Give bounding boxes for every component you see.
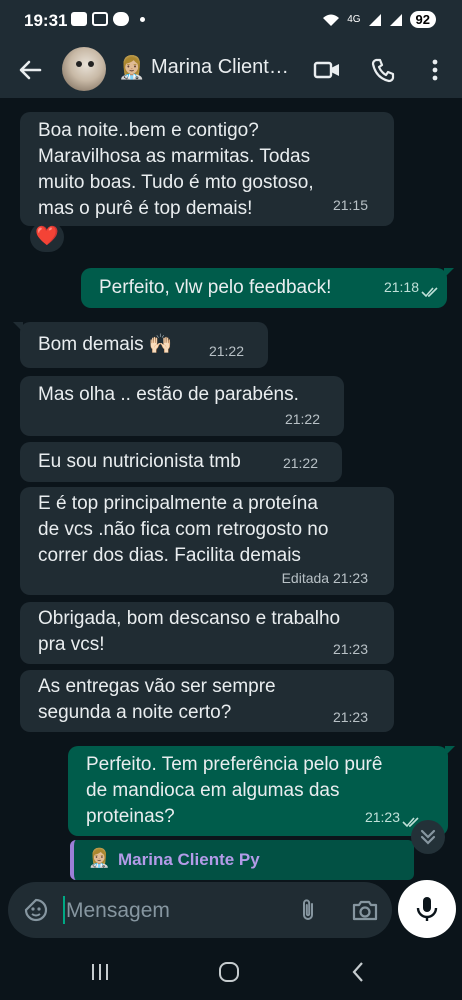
chevron-double-down-icon: [420, 829, 436, 845]
message-time: 21:22: [282, 455, 318, 471]
message-bubble-incoming[interactable]: Boa noite..bem e contigo? Maravilhosa as…: [20, 112, 394, 226]
message-bubble-incoming[interactable]: As entregas vão ser sempre segunda a noi…: [20, 670, 394, 732]
message-text: Obrigada, bom descanso e trabalho pra vc…: [38, 608, 341, 655]
cloud-notification-icon: [113, 12, 129, 26]
sticker-icon[interactable]: [22, 896, 50, 924]
message-time: 21:22: [284, 411, 320, 427]
message-text: Eu sou nutricionista tmb: [38, 451, 241, 472]
back-nav-icon[interactable]: [347, 960, 371, 984]
signal-icon: [368, 13, 381, 26]
message-time: 21:15: [332, 197, 368, 213]
status-time: 19:31: [24, 11, 68, 30]
message-bubble-outgoing[interactable]: Perfeito, vlw pelo feedback! 21:18: [81, 268, 454, 308]
message-reaction[interactable]: ❤️: [30, 222, 64, 252]
message-text: Perfeito. Tem preferência pelo purê de m…: [86, 754, 383, 827]
status-right: 4G 92: [322, 11, 436, 28]
reply-preview[interactable]: 👩🏼‍⚕️ Marina Cliente Py: [70, 840, 414, 880]
message-bubble-incoming[interactable]: Obrigada, bom descanso e trabalho pra vc…: [20, 602, 394, 664]
message-text: E é top principalmente a proteína de vcs…: [38, 493, 329, 566]
double-check-icon: [421, 287, 438, 298]
network-type: 4G: [347, 14, 361, 25]
message-bubble-incoming[interactable]: Mas olha .. estão de parabéns. 21:22: [20, 376, 344, 436]
message-input-pill: [8, 882, 392, 938]
notification-icons: [71, 12, 145, 26]
phone-icon[interactable]: [370, 56, 398, 84]
more-notifications-dot: [140, 16, 145, 22]
message-text: Perfeito, vlw pelo feedback!: [99, 277, 332, 298]
message-time: 21:23: [332, 641, 368, 657]
status-bar: 19:31 4G 92: [0, 0, 462, 42]
home-icon[interactable]: [217, 960, 241, 984]
camera-icon[interactable]: [351, 897, 379, 923]
chat-header: 👩🏼‍⚕️ Marina Client…: [0, 42, 462, 98]
instagram-notification-icon: [92, 12, 108, 26]
message-time: Editada 21:23: [281, 570, 368, 586]
contact-avatar[interactable]: [62, 47, 106, 91]
paperclip-icon[interactable]: [295, 897, 321, 923]
wifi-icon: [323, 14, 340, 26]
message-input[interactable]: [64, 892, 288, 930]
message-text: Mas olha .. estão de parabéns.: [38, 384, 299, 405]
message-bubble-incoming[interactable]: E é top principalmente a proteína de vcs…: [20, 487, 394, 595]
system-nav-bar: [0, 942, 462, 1000]
contact-emoji: 👩🏼‍⚕️: [118, 55, 146, 80]
message-time: 21:22: [208, 343, 244, 359]
recent-apps-icon[interactable]: [88, 960, 112, 984]
message-time: 21:18: [383, 279, 419, 295]
message-bubble-incoming[interactable]: Bom demais 🙌🏻 21:22: [13, 322, 268, 368]
scroll-to-bottom-button[interactable]: [411, 820, 445, 854]
video-call-icon[interactable]: [313, 56, 341, 84]
signal-icon-2: [389, 13, 402, 26]
message-bubble-outgoing[interactable]: Perfeito. Tem preferência pelo purê de m…: [68, 746, 455, 836]
message-text: Boa noite..bem e contigo? Maravilhosa as…: [38, 120, 314, 219]
reply-name: Marina Cliente Py: [118, 850, 260, 869]
message-time: 21:23: [332, 709, 368, 725]
message-text: Bom demais 🙌🏻: [38, 334, 173, 355]
composer-bar: [0, 880, 462, 942]
voice-message-button[interactable]: [398, 880, 456, 938]
message-bubble-incoming[interactable]: Eu sou nutricionista tmb 21:22: [20, 442, 342, 482]
battery-level: 92: [409, 11, 436, 28]
message-time: 21:23: [364, 809, 400, 825]
message-text: As entregas vão ser sempre segunda a noi…: [38, 676, 276, 723]
youtube-notification-icon: [71, 12, 87, 26]
reply-emoji: 👩🏼‍⚕️: [88, 848, 111, 868]
kebab-menu-icon[interactable]: [421, 56, 449, 84]
back-arrow-icon[interactable]: [16, 56, 44, 84]
microphone-icon: [416, 897, 438, 921]
message-list[interactable]: Boa noite..bem e contigo? Maravilhosa as…: [0, 98, 462, 880]
contact-name[interactable]: Marina Client…: [151, 56, 301, 79]
